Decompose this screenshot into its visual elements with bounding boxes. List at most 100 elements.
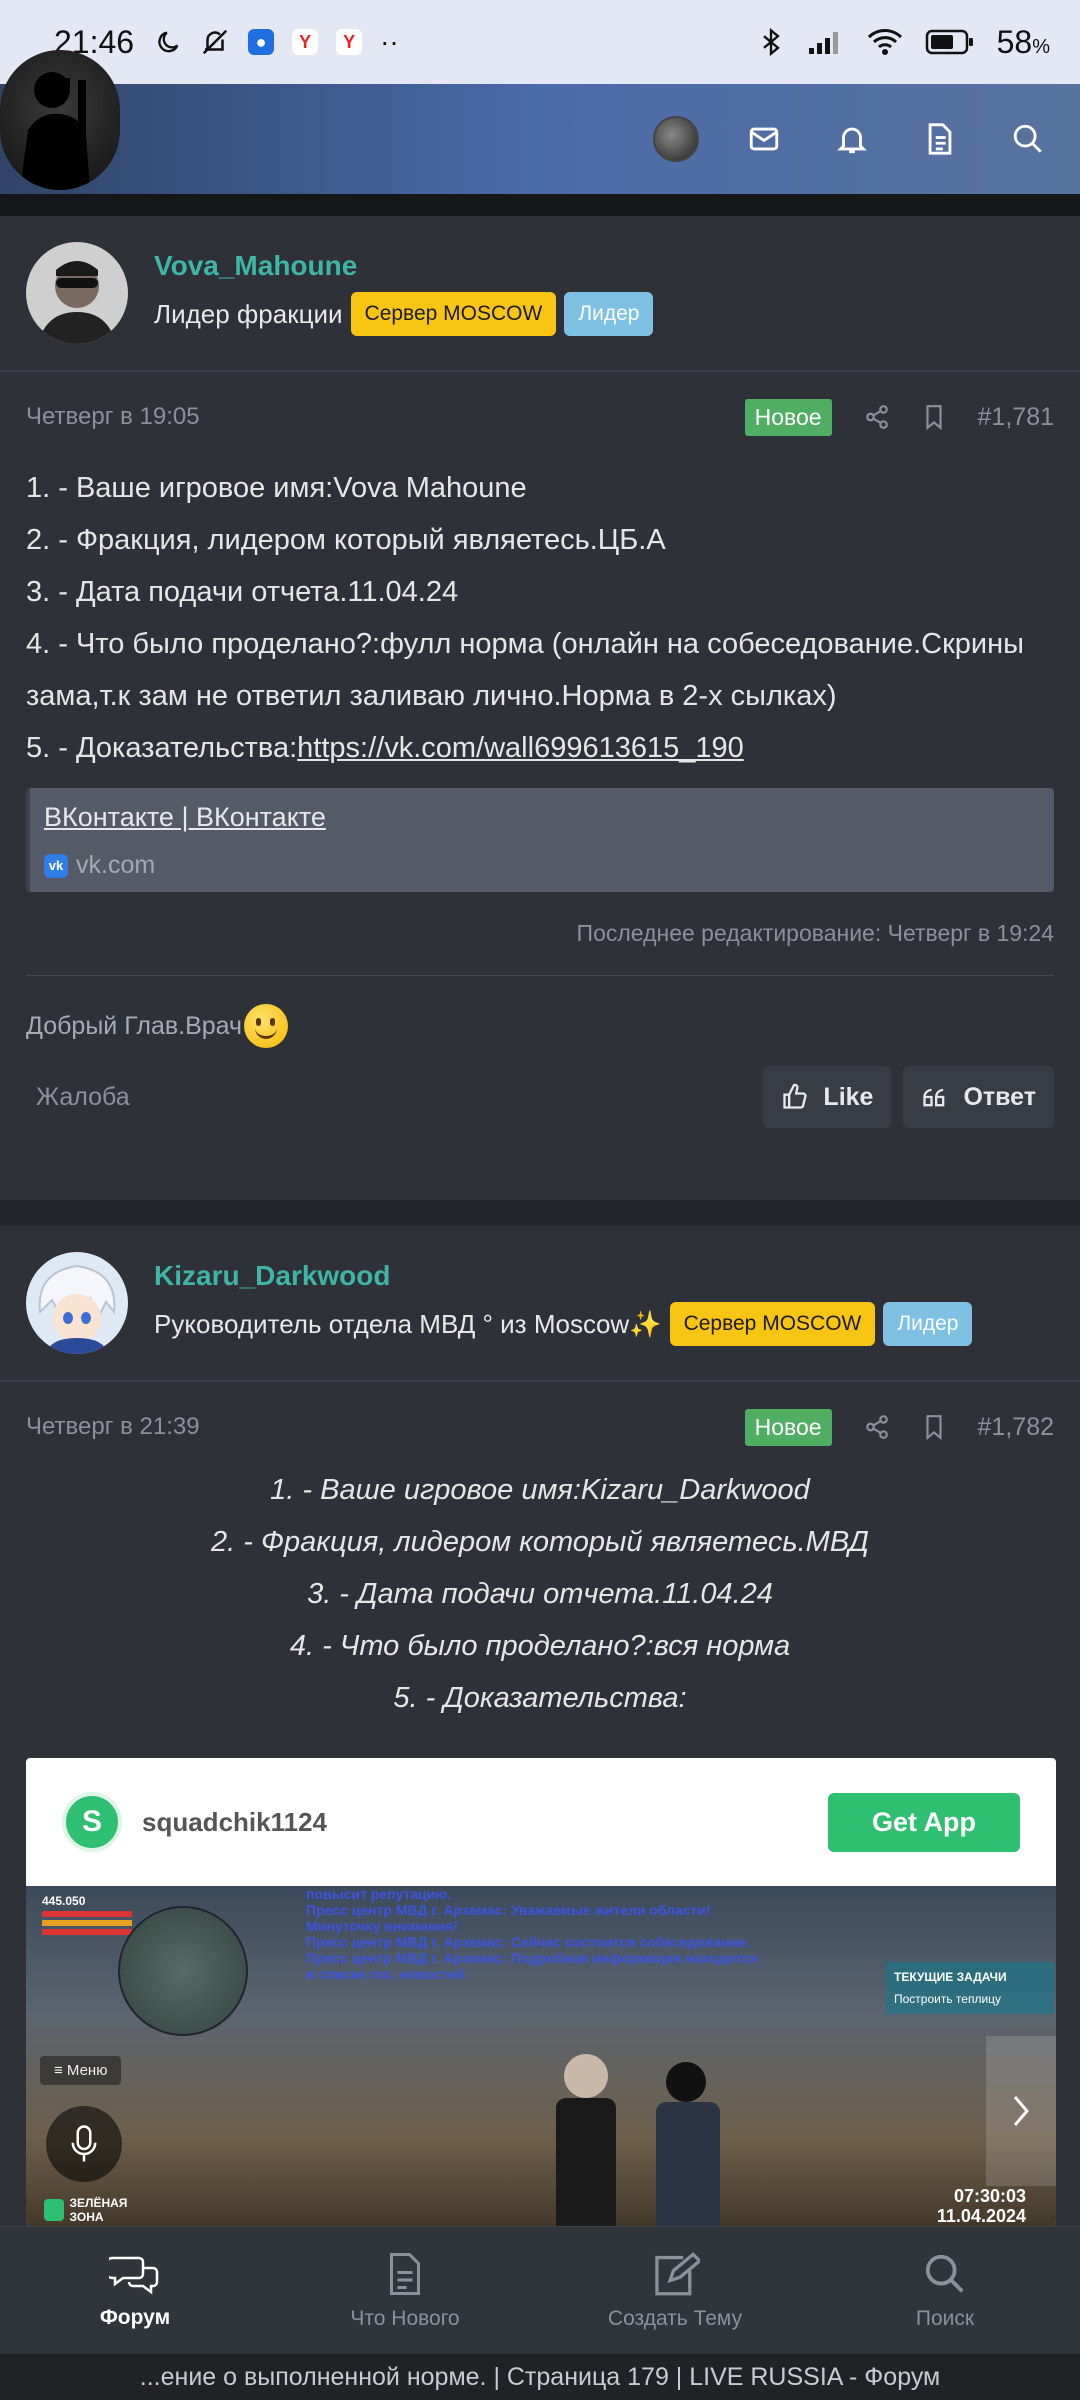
vk-icon: vk — [44, 853, 68, 878]
get-app-button[interactable]: Get App — [828, 1792, 1020, 1852]
role-badge: Лидер — [564, 292, 654, 336]
hud-money: 445.050 — [42, 1894, 86, 1908]
link-preview-card[interactable]: ВКонтакте | ВКонтакте vk vk.com — [26, 788, 1054, 892]
post-meta: Четверг в 21:39 Новое #1,782 — [0, 1382, 1080, 1472]
post-line: 1. - Ваше игровое имя:Kizaru_Darkwood — [270, 1474, 810, 1506]
system-status-bar: 21:46 ● Y Y ·· 58% — [0, 0, 1080, 84]
post-content: 1. - Ваше игровое имя:Vova Mahoune 2. - … — [0, 462, 1080, 774]
chat-line: Пресс центр МВД г. Арзамас: Уважаемые жи… — [306, 1902, 711, 1918]
post-actions: Жалоба Like Ответ — [0, 1048, 1080, 1128]
chat-line: Пресс центр МВД г. Арзамас: Подробная ин… — [306, 1950, 758, 1966]
post-line: 2. - Фракция, лидером который являетесь.… — [26, 524, 666, 556]
search-button[interactable] — [1002, 113, 1054, 165]
share-icon — [865, 1415, 888, 1439]
embed-account-name[interactable]: squadchik1124 — [142, 1807, 828, 1838]
nav-label: Создать Тему — [607, 2306, 743, 2330]
chat-line: в списке гос. новостей. — [306, 1966, 469, 1982]
share-button[interactable] — [864, 404, 890, 430]
more-notifications-icon: ·· — [380, 26, 399, 57]
zone-label: ЗЕЛЁНАЯ ЗОНА — [69, 2196, 128, 2224]
user-title: Руководитель отдела МВД ° из Moscow✨ — [154, 1308, 662, 1339]
post-line: 2. - Фракция, лидером который являетесь.… — [211, 1526, 869, 1558]
nav-create-thread[interactable]: Создать Тему — [540, 2227, 810, 2354]
reply-button[interactable]: Ответ — [903, 1066, 1054, 1128]
reply-label: Ответ — [963, 1082, 1036, 1111]
search-icon — [1013, 124, 1042, 153]
forum-logo[interactable] — [0, 50, 120, 190]
shield-icon — [44, 2199, 64, 2221]
tasks-panel: ТЕКУЩИЕ ЗАДАЧИ Построить теплицу — [886, 1962, 1054, 2014]
mail-icon — [749, 127, 779, 151]
post-separator — [0, 1200, 1080, 1226]
post-line-label: 5. - Доказательства: — [26, 732, 298, 764]
post-line: 3. - Дата подачи отчета.11.04.24 — [307, 1578, 773, 1610]
new-badge: Новое — [744, 1408, 832, 1446]
mute-icon — [202, 29, 228, 55]
whats-new-button[interactable] — [914, 113, 966, 165]
report-link[interactable]: Жалоба — [36, 1083, 751, 1112]
post-author-name[interactable]: Vova_Mahoune — [154, 250, 653, 282]
nav-label: Поиск — [915, 2306, 975, 2330]
new-badge: Новое — [744, 398, 832, 436]
wifi-icon — [867, 29, 902, 55]
next-slide-button[interactable] — [986, 2036, 1056, 2186]
post-line: 4. - Что было проделано?:фулл норма (онл… — [26, 628, 1024, 712]
post-number-link[interactable]: #1,781 — [978, 403, 1054, 432]
vk-link[interactable]: https://vk.com/wall699613615_190 — [297, 732, 744, 764]
video-thumbnail[interactable]: 445.050 ≡ Меню ЗЕЛЁНАЯ ЗОНА повысит репу… — [26, 1886, 1056, 2226]
nav-label: Форум — [99, 2305, 171, 2329]
chat-bubbles-icon — [109, 2256, 159, 2294]
post-line: 4. - Что было проделано?:вся норма — [289, 1630, 791, 1662]
post-line: 1. - Ваше игровое имя:Vova Mahoune — [26, 472, 527, 504]
bookmark-button[interactable] — [922, 1414, 946, 1440]
avatar[interactable] — [26, 1252, 128, 1354]
inbox-button[interactable] — [738, 113, 790, 165]
bottom-navigation: Форум Что Нового Создать Тему Поиск — [0, 2226, 1080, 2354]
bookmark-icon — [925, 405, 942, 430]
menu-button[interactable]: ≡ Меню — [40, 2056, 122, 2085]
share-button[interactable] — [864, 1414, 890, 1440]
minimap — [118, 1906, 248, 2036]
post-number-link[interactable]: #1,782 — [978, 1413, 1054, 1442]
server-badge: Сервер MOSCOW — [350, 292, 557, 336]
chat-line: повысит репутацию. — [306, 1886, 452, 1902]
post-author-name[interactable]: Kizaru_Darkwood — [154, 1260, 972, 1292]
post-date[interactable]: Четверг в 19:05 — [26, 403, 745, 431]
thumbs-up-icon — [783, 1083, 808, 1109]
browser-title-bar[interactable]: ...ение о выполненной норме. | Страница … — [0, 2354, 1080, 2400]
bookmark-button[interactable] — [922, 404, 946, 430]
like-label: Like — [823, 1082, 874, 1111]
nav-whats-new[interactable]: Что Нового — [270, 2227, 540, 2354]
avatar[interactable] — [26, 242, 128, 344]
bell-icon — [837, 127, 867, 154]
clock-time: 07:30:03 — [953, 2186, 1026, 2206]
link-preview-title[interactable]: ВКонтакте | ВКонтакте — [44, 802, 1040, 833]
account-avatar-button[interactable] — [650, 113, 702, 165]
user-photo-icon — [26, 242, 128, 344]
chat-line: Минуточку внимания! — [306, 1918, 458, 1934]
post-date[interactable]: Четверг в 21:39 — [26, 1413, 745, 1441]
clock-date: 11.04.2024 — [936, 2206, 1026, 2226]
chevron-right-icon — [1013, 2096, 1029, 2126]
post-content: 1. - Ваше игровое имя:Kizaru_Darkwood 2.… — [0, 1464, 1080, 1724]
document-icon — [390, 2252, 420, 2295]
nav-label: Что Нового — [350, 2306, 460, 2330]
document-icon — [928, 123, 952, 155]
nav-forum[interactable]: Форум — [0, 2227, 270, 2354]
yandex-browser-icon: Y — [336, 29, 363, 55]
battery-percent: 58% — [996, 23, 1050, 60]
server-badge: Сервер MOSCOW — [669, 1302, 876, 1346]
forum-header — [0, 84, 1080, 194]
nav-search[interactable]: Поиск — [810, 2227, 1080, 2354]
task-item: Построить теплицу — [894, 1992, 1002, 2006]
voice-chat-button[interactable] — [46, 2106, 122, 2182]
messenger-app-icon: ● — [248, 29, 275, 55]
share-icon — [865, 405, 888, 429]
signature: Добрый Глав.Врач — [0, 976, 1080, 1048]
role-badge: Лидер — [883, 1302, 973, 1346]
video-embed[interactable]: S squadchik1124 Get App 445.050 ≡ Меню З… — [26, 1758, 1056, 2226]
soldier-silhouette-icon — [20, 72, 90, 190]
zone-indicator: ЗЕЛЁНАЯ ЗОНА — [44, 2196, 154, 2224]
alerts-button[interactable] — [826, 113, 878, 165]
like-button[interactable]: Like — [763, 1066, 892, 1128]
